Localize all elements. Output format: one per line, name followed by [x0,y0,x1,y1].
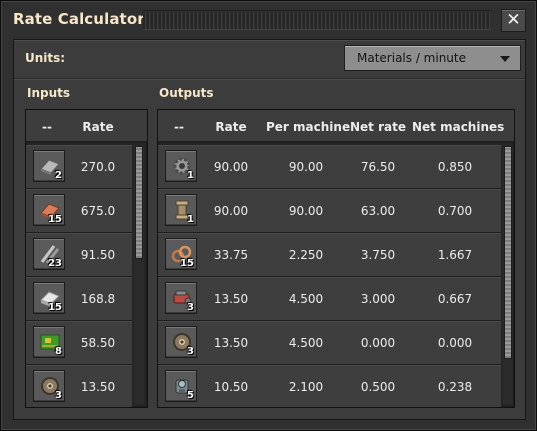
net-machines-cell: 0.238 [437,380,473,394]
item-count-badge: 3 [187,346,194,357]
item-count-badge: 15 [48,214,62,225]
item-count-badge: 3 [55,390,62,401]
rate-cell: 168.8 [80,292,116,306]
item-count-badge: 8 [55,346,62,357]
electronic-circuit-button[interactable]: 8 [33,326,65,358]
table-row[interactable]: 23 91.50 [26,233,132,277]
drag-handle[interactable] [143,10,491,30]
rate-cell: 13.50 [213,292,249,306]
net-rate-cell: 3.750 [360,248,396,262]
inputs-col-rate: Rate [82,120,114,134]
net-rate-cell: 76.50 [360,160,396,174]
inputs-header: -- Rate [26,110,147,143]
content-frame: Units: Materials / minute Inputs -- Rate… [13,39,526,420]
per-machine-cell: 90.00 [288,204,324,218]
item-count-badge: 1 [187,170,194,181]
net-machines-cell: 0.667 [437,292,473,306]
per-machine-cell: 4.500 [288,336,324,350]
rate-cell: 90.00 [213,160,249,174]
outputs-table: -- Rate Per machine Net rate Net machine… [157,109,515,408]
copper-plate-button[interactable]: 15 [33,194,65,226]
table-row[interactable]: 8 58.50 [26,321,132,365]
net-rate-cell: 3.000 [360,292,396,306]
engine-unit-button[interactable]: 3 [165,282,197,314]
per-machine-cell: 4.500 [288,292,324,306]
net-machines-cell: 0.000 [437,336,473,350]
table-row[interactable]: 1 90.00 90.00 76.50 0.850 [158,145,501,189]
close-icon: ✕ [506,10,521,30]
title-bar[interactable]: Rate Calculator ✕ [1,1,536,39]
item-count-badge: 1 [187,214,194,225]
rate-cell: 58.50 [80,336,116,350]
outputs-col-net-machines: Net machines [412,120,505,134]
net-rate-cell: 0.500 [360,380,396,394]
net-machines-cell: 0.700 [437,204,473,218]
iron-stick-button[interactable]: 23 [33,238,65,270]
iron-gear-wheel-button[interactable]: 1 [165,150,197,182]
inputs-title: Inputs [27,86,71,100]
per-machine-cell: 90.00 [288,160,324,174]
table-row[interactable]: 15 168.8 [26,277,132,321]
item-count-badge: 15 [180,258,194,269]
inputs-table: -- Rate 2 270.0 15 675.0 23 91.50 15 168.8 8 58.5… [25,109,148,408]
table-row[interactable]: 1 90.00 90.00 63.00 0.700 [158,189,501,233]
units-row: Units: Materials / minute [14,40,525,78]
outputs-title: Outputs [159,86,214,100]
inputs-col-item: -- [42,120,52,134]
per-machine-cell: 2.250 [288,248,324,262]
item-count-badge: 2 [55,170,62,181]
inputs-scroll-thumb[interactable] [135,146,143,259]
iron-plate-button[interactable]: 2 [33,150,65,182]
units-dropdown[interactable]: Materials / minute [344,45,521,71]
outputs-col-item: -- [174,120,184,134]
net-rate-cell: 63.00 [360,204,396,218]
outputs-scroll-thumb[interactable] [504,146,512,359]
net-machines-cell: 1.667 [437,248,473,262]
item-count-badge: 3 [187,302,194,313]
chevron-down-icon [500,56,510,62]
outputs-col-rate: Rate [215,120,247,134]
outputs-col-net-rate: Net rate [350,120,406,134]
iron-gear-button[interactable]: 3 [165,326,197,358]
outputs-scrollbar[interactable] [503,146,513,404]
net-machines-cell: 0.850 [437,160,473,174]
item-count-badge: 23 [48,258,62,269]
rate-cell: 10.50 [213,380,249,394]
table-row[interactable]: 3 13.50 4.500 3.000 0.667 [158,277,501,321]
rate-cell: 675.0 [80,204,116,218]
rate-cell: 270.0 [80,160,116,174]
table-row[interactable]: 3 13.50 4.500 0.000 0.000 [158,321,501,365]
table-row[interactable]: 3 13.50 [26,365,132,407]
iron-gear-button[interactable]: 3 [33,370,65,402]
pipe-button[interactable]: 1 [165,194,197,226]
net-rate-cell: 0.000 [360,336,396,350]
item-count-badge: 15 [48,302,62,313]
window-title: Rate Calculator [13,10,145,28]
per-machine-cell: 2.100 [288,380,324,394]
units-label: Units: [25,51,66,65]
rate-cell: 33.75 [213,248,249,262]
copper-cable-button[interactable]: 15 [165,238,197,270]
rate-cell: 13.50 [213,336,249,350]
rate-calculator-window: Rate Calculator ✕ Units: Materials / min… [0,0,537,431]
table-row[interactable]: 2 270.0 [26,145,132,189]
units-dropdown-value: Materials / minute [357,51,466,65]
outputs-col-per-machine: Per machine [266,120,351,134]
item-count-badge: 5 [187,390,194,401]
rate-cell: 13.50 [80,380,116,394]
divider [14,78,525,80]
rate-cell: 90.00 [213,204,249,218]
table-row[interactable]: 5 10.50 2.100 0.500 0.238 [158,365,501,407]
rate-cell: 91.50 [80,248,116,262]
outputs-header: -- Rate Per machine Net rate Net machine… [158,110,514,143]
close-button[interactable]: ✕ [501,9,526,32]
table-row[interactable]: 15 33.75 2.250 3.750 1.667 [158,233,501,277]
steel-plate-button[interactable]: 15 [33,282,65,314]
inputs-scrollbar[interactable] [134,146,144,404]
pump-button[interactable]: 5 [165,370,197,402]
table-row[interactable]: 15 675.0 [26,189,132,233]
